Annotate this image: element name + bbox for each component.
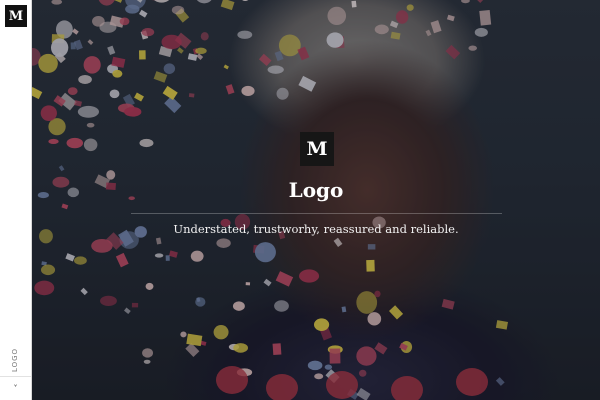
hero-title: Logo — [288, 178, 344, 202]
hero-content: M Logo Understated, trustworhy, reassure… — [32, 0, 600, 400]
hero-divider — [131, 213, 502, 214]
hero-background: M Logo Understated, trustworhy, reassure… — [32, 0, 600, 400]
sidebar-vertical-label: LOGO — [11, 347, 19, 373]
hero-logo[interactable]: M — [300, 132, 334, 166]
sidebar-divider — [0, 376, 31, 377]
sidebar: M LOGO ˅ — [0, 0, 32, 400]
hero-logo-mark: M — [306, 138, 328, 160]
hero-tagline: Understated, trustworhy, reassured and r… — [173, 222, 459, 236]
sidebar-logo-mark: M — [8, 8, 24, 24]
chevron-down-icon[interactable]: ˅ — [0, 379, 31, 397]
sidebar-logo[interactable]: M — [5, 5, 27, 27]
